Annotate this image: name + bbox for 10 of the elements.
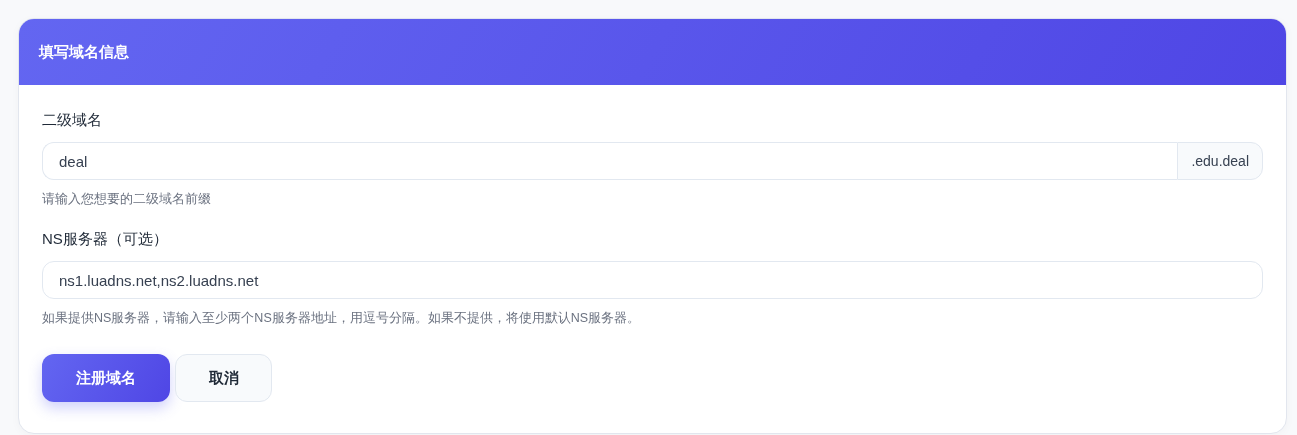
- field-label: NS服务器（可选）: [42, 230, 169, 249]
- help-text: 如果提供NS服务器，请输入至少两个NS服务器地址，用逗号分隔。如果不提供，将使用默认NS服务器。: [42, 310, 642, 327]
- cancel-button[interactable]: 取消: [175, 354, 272, 402]
- input-field[interactable]: ns1.luadns.net,ns2.luadns.net: [42, 261, 1263, 299]
- card-title: 填写域名信息: [39, 42, 129, 62]
- domain-suffix: .edu.deal: [1177, 142, 1263, 180]
- register-button[interactable]: 注册域名: [42, 354, 170, 402]
- help-text: 请输入您想要的二级域名前缀: [42, 191, 212, 208]
- input-field[interactable]: deal: [42, 142, 1178, 180]
- field-label: 二级域名: [42, 111, 103, 130]
